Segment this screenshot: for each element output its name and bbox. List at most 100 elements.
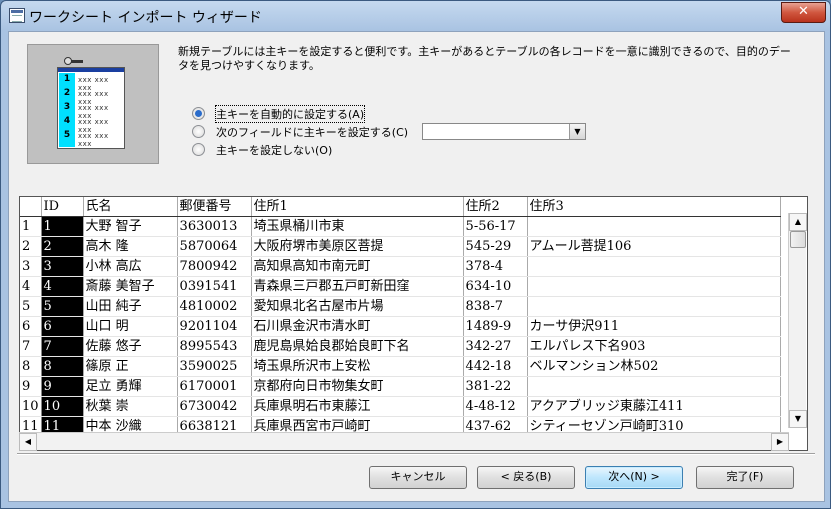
- table-cell: 5: [41, 296, 84, 317]
- table-row[interactable]: 6 6 山口 明 9201104 石川県金沢市清水町 1489-9 カーサ伊沢911: [20, 316, 781, 337]
- table-cell: 8995543: [177, 336, 252, 357]
- table-cell: 4810002: [177, 296, 252, 317]
- scroll-left-icon[interactable]: ◀: [19, 433, 37, 451]
- table-cell: 9201104: [177, 316, 252, 337]
- data-preview-grid[interactable]: ID 氏名 郵便番号 住所1 住所2 住所3 1 1 大野 智子 3630013 埼玉県桶川市東 5…: [19, 196, 808, 451]
- table-cell: 545-29: [463, 236, 528, 257]
- column-header[interactable]: 氏名: [83, 197, 178, 217]
- chevron-down-icon[interactable]: ▼: [569, 124, 585, 139]
- table-cell: 篠原 正: [83, 356, 178, 377]
- radio-button[interactable]: [192, 143, 205, 156]
- wizard-window: ワークシート インポート ウィザード ✕ 1 2 3 4 5 xxx xxx x…: [0, 0, 831, 509]
- cancel-button[interactable]: キャンセル: [369, 466, 467, 489]
- key-field-combobox[interactable]: ▼: [422, 123, 586, 140]
- column-header[interactable]: 住所3: [527, 197, 781, 217]
- radio-no-key[interactable]: 主キーを設定しない(O): [192, 142, 422, 158]
- radio-no-key-label: 主キーを設定しない(O): [216, 144, 333, 157]
- scroll-right-icon[interactable]: ▶: [771, 433, 789, 451]
- table-cell: カーサ伊沢911: [527, 316, 781, 337]
- table-cell: 838-7: [463, 296, 528, 317]
- table-row[interactable]: 8 8 篠原 正 3590025 埼玉県所沢市上安松 442-18 ベルマンション林502: [20, 356, 781, 377]
- radio-auto-key[interactable]: 主キーを自動的に設定する(A): [192, 105, 422, 123]
- window-title: ワークシート インポート ウィザード: [29, 10, 262, 26]
- table-row[interactable]: 4 4 斎藤 美智子 0391541 青森県三戸郡五戸町新田窪 634-10: [20, 276, 781, 297]
- back-button[interactable]: < 戻る(B): [477, 466, 575, 489]
- title-bar[interactable]: ワークシート インポート ウィザード ✕: [1, 1, 830, 31]
- table-cell: 石川県金沢市清水町: [251, 316, 464, 337]
- table-cell: 7: [41, 336, 84, 357]
- row-number: 6: [20, 316, 42, 337]
- wizard-client-area: 1 2 3 4 5 xxx xxx xxx xxx xxx xxx xxx xx…: [8, 31, 825, 502]
- table-app-icon: [9, 8, 25, 23]
- scroll-up-icon[interactable]: ▲: [789, 213, 807, 231]
- table-row[interactable]: 9 9 足立 勇輝 6170001 京都府向日市物集女町 381-22: [20, 376, 781, 397]
- table-cell: 10: [41, 396, 84, 417]
- table-cell: 5870064: [177, 236, 252, 257]
- row-number: 4: [20, 276, 42, 297]
- table-cell: 1: [41, 216, 84, 237]
- table-cell: 4-48-12: [463, 396, 528, 417]
- table-cell: 高知県高知市南元町: [251, 256, 464, 277]
- table-row[interactable]: 10 10 秋葉 崇 6730042 兵庫県明石市東藤江 4-48-12 アクアブリッジ東藤…: [20, 396, 781, 417]
- table-cell: アクアブリッジ東藤江411: [527, 396, 781, 417]
- table-cell: [527, 376, 781, 397]
- table-cell: 381-22: [463, 376, 528, 397]
- column-header[interactable]: 住所1: [251, 197, 464, 217]
- table-cell: 山口 明: [83, 316, 178, 337]
- table-row[interactable]: 7 7 佐藤 悠子 8995543 鹿児島県姶良郡姶良町下名 342-27 エルパレス下名9…: [20, 336, 781, 357]
- table-cell: 大野 智子: [83, 216, 178, 237]
- table-cell: 9: [41, 376, 84, 397]
- horizontal-scrollbar[interactable]: ◀ ▶: [19, 432, 789, 451]
- table-cell: 足立 勇輝: [83, 376, 178, 397]
- table-cell: [527, 216, 781, 237]
- table-cell: 鹿児島県姶良郡姶良町下名: [251, 336, 464, 357]
- table-cell: 愛知県北名古屋市片場: [251, 296, 464, 317]
- row-number-header[interactable]: [20, 197, 42, 217]
- table-row[interactable]: 3 3 小林 高広 7800942 高知県高知市南元町 378-4: [20, 256, 781, 277]
- table-cell: 3590025: [177, 356, 252, 377]
- scroll-thumb[interactable]: [790, 231, 806, 248]
- table-cell: 京都府向日市物集女町: [251, 376, 464, 397]
- table-cell: 6: [41, 316, 84, 337]
- finish-button[interactable]: 完了(F): [696, 466, 794, 489]
- table-cell: 兵庫県明石市東藤江: [251, 396, 464, 417]
- column-header[interactable]: 郵便番号: [177, 197, 252, 217]
- table-cell: 342-27: [463, 336, 528, 357]
- table-cell: 6730042: [177, 396, 252, 417]
- column-header[interactable]: 住所2: [463, 197, 528, 217]
- table-sheet-icon: 1 2 3 4 5 xxx xxx xxx xxx xxx xxx xxx xx…: [57, 67, 125, 149]
- table-cell: エルパレス下名903: [527, 336, 781, 357]
- table-cell: 佐藤 悠子: [83, 336, 178, 357]
- table-cell: 7800942: [177, 256, 252, 277]
- next-button[interactable]: 次へ(N) >: [585, 466, 683, 489]
- table-cell: [527, 276, 781, 297]
- primary-key-illustration: 1 2 3 4 5 xxx xxx xxx xxx xxx xxx xxx xx…: [27, 44, 159, 164]
- table-cell: 秋葉 崇: [83, 396, 178, 417]
- table-cell: 6170001: [177, 376, 252, 397]
- column-header[interactable]: ID: [41, 197, 84, 217]
- table-cell: 小林 高広: [83, 256, 178, 277]
- close-button[interactable]: ✕: [781, 2, 826, 23]
- table-row[interactable]: 1 1 大野 智子 3630013 埼玉県桶川市東 5-56-17: [20, 216, 781, 237]
- table-cell: ベルマンション林502: [527, 356, 781, 377]
- radio-choose-key[interactable]: 次のフィールドに主キーを設定する(C): [192, 124, 422, 140]
- radio-button-checked[interactable]: [192, 107, 205, 120]
- row-number: 8: [20, 356, 42, 377]
- table-cell: 5-56-17: [463, 216, 528, 237]
- illus-row-num: 5: [63, 130, 71, 140]
- table-cell: 3630013: [177, 216, 252, 237]
- table-row[interactable]: 5 5 山田 純子 4810002 愛知県北名古屋市片場 838-7: [20, 296, 781, 317]
- radio-button[interactable]: [192, 125, 205, 138]
- key-icon: [64, 57, 84, 65]
- table-cell: 山田 純子: [83, 296, 178, 317]
- table-cell: 0391541: [177, 276, 252, 297]
- table-cell: アムール菩提106: [527, 236, 781, 257]
- row-number: 5: [20, 296, 42, 317]
- table-row[interactable]: 2 2 高木 隆 5870064 大阪府堺市美原区菩提 545-29 アムール菩提106: [20, 236, 781, 257]
- table-cell: 埼玉県所沢市上安松: [251, 356, 464, 377]
- row-number: 7: [20, 336, 42, 357]
- table-cell: [527, 296, 781, 317]
- table-cell: 2: [41, 236, 84, 257]
- scroll-down-icon[interactable]: ▼: [789, 410, 807, 428]
- vertical-scrollbar[interactable]: ▲ ▼: [788, 213, 807, 428]
